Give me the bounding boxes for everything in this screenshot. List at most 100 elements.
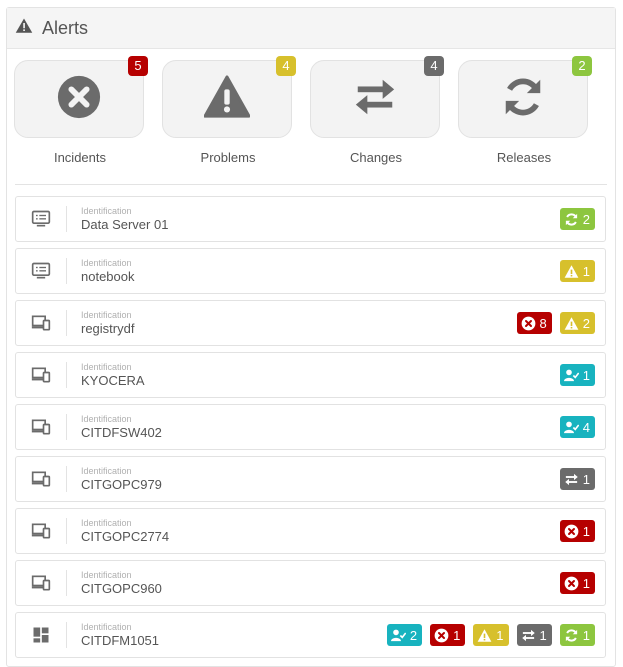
server-icon bbox=[16, 209, 66, 229]
problem-badge[interactable]: 2 bbox=[559, 312, 595, 334]
release-badge[interactable]: 2 bbox=[559, 208, 595, 230]
exchange-icon bbox=[564, 472, 583, 487]
ci-name: Data Server 01 bbox=[81, 217, 169, 232]
user-check-icon bbox=[563, 368, 583, 383]
alert-badges: 1 bbox=[559, 468, 595, 490]
identification-label: Identification bbox=[81, 518, 132, 528]
devices-icon bbox=[16, 469, 66, 489]
warning-icon bbox=[477, 628, 496, 643]
changes-tile-button[interactable] bbox=[310, 60, 440, 138]
warning-icon bbox=[564, 264, 583, 279]
identification-label: Identification bbox=[81, 206, 132, 216]
badge-count: 2 bbox=[582, 211, 590, 227]
badge-count: 1 bbox=[496, 627, 504, 643]
release-badge[interactable]: 1 bbox=[559, 624, 595, 646]
releases-label: Releases bbox=[496, 150, 552, 165]
ci-identification: Identification CITGOPC2774 bbox=[81, 518, 169, 544]
row-divider bbox=[66, 310, 67, 336]
incidents-tile-button[interactable] bbox=[14, 60, 144, 138]
alert-badges: 1 bbox=[559, 364, 595, 386]
alert-badges: 1 bbox=[559, 260, 595, 282]
row-divider bbox=[66, 570, 67, 596]
badge-count: 1 bbox=[582, 523, 590, 539]
grid-icon bbox=[16, 625, 66, 645]
problems-tile-button[interactable] bbox=[162, 60, 292, 138]
problems-tile[interactable]: 4 Problems bbox=[162, 56, 296, 165]
incident-badge[interactable]: 8 bbox=[516, 312, 552, 334]
ci-row[interactable]: Identification registrydf 8 2 bbox=[15, 300, 606, 346]
problems-label: Problems bbox=[200, 150, 256, 165]
alert-badges: 1 bbox=[559, 520, 595, 542]
badge-count: 1 bbox=[582, 627, 590, 643]
problems-count-badge: 4 bbox=[276, 56, 296, 76]
request-badge[interactable]: 4 bbox=[559, 416, 595, 438]
user-check-icon bbox=[390, 628, 410, 643]
row-divider bbox=[66, 258, 67, 284]
incident-badge[interactable]: 1 bbox=[559, 520, 595, 542]
ci-identification: Identification CITDFSW402 bbox=[81, 415, 162, 440]
times-circle-icon bbox=[434, 628, 453, 643]
warning-icon bbox=[203, 74, 251, 125]
badge-count: 8 bbox=[539, 315, 547, 331]
ci-row[interactable]: Identification CITGOPC2774 1 bbox=[15, 508, 606, 554]
change-badge[interactable]: 1 bbox=[559, 468, 595, 490]
change-badge[interactable]: 1 bbox=[516, 624, 552, 646]
ci-row[interactable]: Identification notebook 1 bbox=[15, 248, 606, 294]
problem-badge[interactable]: 1 bbox=[473, 624, 509, 646]
identification-label: Identification bbox=[81, 570, 132, 580]
devices-icon bbox=[16, 417, 66, 437]
ci-row[interactable]: Identification KYOCERA 1 bbox=[15, 352, 606, 398]
panel-title: Alerts bbox=[42, 17, 89, 38]
ci-name: CITDFM1051 bbox=[81, 633, 160, 648]
ci-row[interactable]: Identification CITGOPC960 1 bbox=[15, 560, 606, 606]
identification-label: Identification bbox=[81, 466, 132, 476]
ci-name: notebook bbox=[81, 269, 135, 284]
devices-icon bbox=[16, 573, 66, 593]
refresh-icon bbox=[564, 212, 583, 227]
ci-identification: Identification notebook bbox=[81, 259, 135, 284]
identification-label: Identification bbox=[81, 362, 132, 372]
ci-name: registrydf bbox=[81, 321, 135, 336]
alerts-panel: Alerts 5 Incidents 4 Problems 4 Changes … bbox=[6, 7, 616, 667]
server-icon bbox=[16, 261, 66, 281]
refresh-icon bbox=[564, 628, 583, 643]
identification-label: Identification bbox=[81, 622, 132, 632]
refresh-icon bbox=[500, 74, 546, 125]
alert-badges: 2 1 1 1 1 bbox=[386, 624, 595, 646]
releases-tile-button[interactable] bbox=[458, 60, 588, 138]
row-divider bbox=[66, 414, 67, 440]
devices-icon bbox=[16, 521, 66, 541]
releases-tile[interactable]: 2 Releases bbox=[458, 56, 592, 165]
row-divider bbox=[66, 518, 67, 544]
ci-name: CITDFSW402 bbox=[81, 425, 162, 440]
ci-list: Identification Data Server 01 2 Identificat… bbox=[15, 196, 606, 664]
times-circle-icon bbox=[521, 316, 540, 331]
incidents-tile[interactable]: 5 Incidents bbox=[14, 56, 148, 165]
warning-icon bbox=[15, 17, 33, 40]
badge-count: 1 bbox=[453, 627, 461, 643]
alert-badges: 82 bbox=[516, 312, 595, 334]
identification-label: Identification bbox=[81, 310, 132, 320]
problem-badge[interactable]: 1 bbox=[559, 260, 595, 282]
request-badge[interactable]: 2 bbox=[386, 624, 423, 646]
ci-identification: Identification Data Server 01 bbox=[81, 206, 169, 232]
request-badge[interactable]: 1 bbox=[559, 364, 595, 386]
ci-row[interactable]: Identification CITDFM1051 2 1 1 1 1 bbox=[15, 612, 606, 658]
incidents-count-badge: 5 bbox=[128, 56, 148, 76]
ci-row[interactable]: Identification CITDFSW402 4 bbox=[15, 404, 606, 450]
times-circle-icon bbox=[564, 576, 583, 591]
exchange-icon bbox=[352, 74, 398, 125]
changes-tile[interactable]: 4 Changes bbox=[310, 56, 444, 165]
incidents-label: Incidents bbox=[53, 150, 107, 165]
divider bbox=[15, 184, 607, 185]
ci-identification: Identification registrydf bbox=[81, 310, 135, 336]
badge-count: 1 bbox=[582, 367, 590, 383]
badge-count: 1 bbox=[582, 263, 590, 279]
ci-row[interactable]: Identification CITGOPC979 1 bbox=[15, 456, 606, 502]
alert-badges: 1 bbox=[559, 572, 595, 594]
row-divider bbox=[66, 206, 67, 232]
alert-badges: 2 bbox=[559, 208, 595, 230]
incident-badge[interactable]: 1 bbox=[430, 624, 466, 646]
ci-row[interactable]: Identification Data Server 01 2 bbox=[15, 196, 606, 242]
incident-badge[interactable]: 1 bbox=[559, 572, 595, 594]
